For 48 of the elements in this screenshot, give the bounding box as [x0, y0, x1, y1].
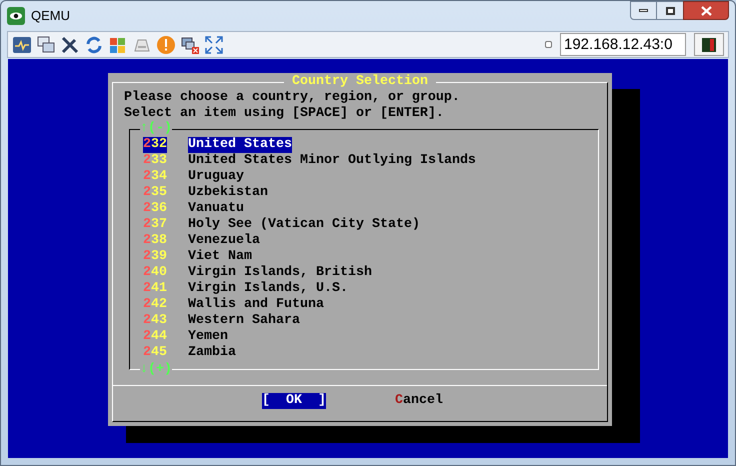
country-item[interactable]: Uruguay	[188, 169, 244, 185]
monitor-pulse-icon[interactable]	[12, 34, 32, 54]
country-item[interactable]: Yemen	[188, 329, 228, 345]
item-number: 239	[143, 249, 167, 265]
item-number: 233	[143, 153, 167, 169]
country-item[interactable]: Venezuela	[188, 233, 260, 249]
maximize-button[interactable]	[657, 1, 683, 20]
country-item[interactable]: Zambia	[188, 345, 236, 361]
eye-icon	[7, 7, 25, 25]
item-number: 240	[143, 265, 167, 281]
minimize-button[interactable]	[630, 1, 657, 20]
address-field[interactable]: 192.168.12.43:0	[560, 33, 686, 56]
item-number: 237	[143, 217, 167, 233]
refresh-icon[interactable]	[84, 34, 104, 54]
item-number: 234	[143, 169, 167, 185]
scroll-down-indicator: ↓(+)	[140, 362, 172, 378]
scroll-up-indicator: ↑(-)	[140, 121, 172, 137]
close-button[interactable]	[683, 1, 729, 20]
country-item[interactable]: Wallis and Futuna	[188, 297, 324, 313]
item-number: 235	[143, 185, 167, 201]
country-item[interactable]: Viet Nam	[188, 249, 252, 265]
item-number: 243	[143, 313, 167, 329]
country-item[interactable]: Uzbekistan	[188, 185, 268, 201]
toggle-icon[interactable]	[545, 41, 552, 48]
item-number: 242	[143, 297, 167, 313]
item-number: 238	[143, 233, 167, 249]
fullscreen-icon[interactable]	[204, 34, 224, 54]
item-number: 232	[143, 137, 167, 153]
country-item[interactable]: Virgin Islands, British	[188, 265, 372, 281]
windows-icon[interactable]	[36, 34, 56, 54]
country-item[interactable]: Western Sahara	[188, 313, 300, 329]
item-number: 236	[143, 201, 167, 217]
network-disconnect-icon[interactable]	[180, 34, 200, 54]
country-item[interactable]: Vanuatu	[188, 201, 244, 217]
country-item[interactable]: United States Minor Outlying Islands	[188, 153, 476, 169]
country-item[interactable]: Virgin Islands, U.S.	[188, 281, 348, 297]
prompt-text: Select an item using [SPACE] or [ENTER].	[124, 106, 444, 121]
dialog-button[interactable]: Cancel	[395, 393, 443, 409]
window-title: QEMU	[31, 7, 70, 26]
country-item[interactable]: United States	[188, 137, 292, 153]
item-number: 245	[143, 345, 167, 361]
prompt-text: Please choose a country, region, or group.	[124, 90, 460, 106]
item-number: 244	[143, 329, 167, 345]
item-number: 241	[143, 281, 167, 297]
dialog-title: Country Selection	[284, 74, 436, 90]
dialog-button[interactable]: [ OK ]	[262, 393, 326, 409]
close-icon	[700, 6, 712, 16]
country-item[interactable]: Holy See (Vatican City State)	[188, 217, 420, 233]
